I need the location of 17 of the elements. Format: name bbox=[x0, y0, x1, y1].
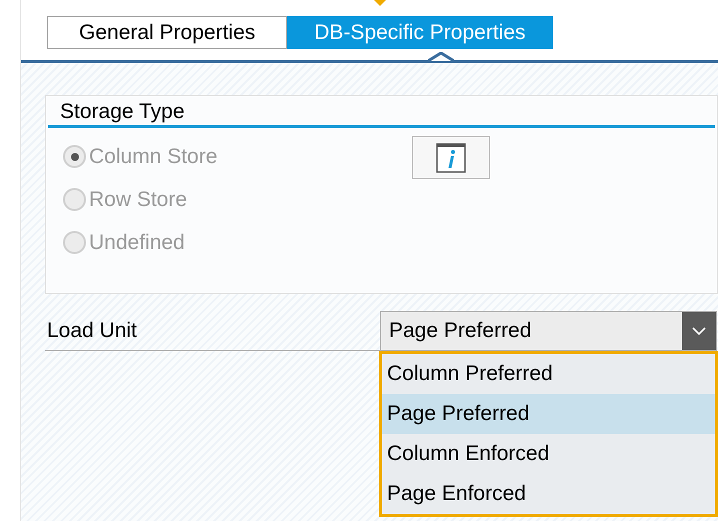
radio-label: Undefined bbox=[89, 230, 185, 256]
tab[interactable]: General Properties bbox=[47, 16, 288, 49]
marker-triangle-icon bbox=[374, 0, 386, 6]
dropdown-option[interactable]: Page Preferred bbox=[382, 394, 715, 434]
info-button[interactable] bbox=[412, 136, 490, 179]
section-title: Storage Type bbox=[60, 101, 185, 124]
dropdown-option[interactable]: Column Preferred bbox=[382, 354, 715, 394]
dropdown-arrow-button[interactable] bbox=[682, 312, 716, 350]
radio-label: Column Store bbox=[89, 144, 218, 170]
load-unit-dropdown[interactable]: Page Preferred bbox=[380, 311, 717, 351]
chevron-down-icon bbox=[692, 327, 706, 335]
dropdown-value: Page Preferred bbox=[388, 318, 532, 344]
dropdown-option[interactable]: Column Enforced bbox=[382, 434, 715, 474]
dropdown-option[interactable]: Page Enforced bbox=[382, 474, 715, 514]
field-label: Load Unit bbox=[47, 318, 137, 344]
info-icon bbox=[436, 142, 466, 172]
radio-label: Row Store bbox=[89, 186, 188, 213]
